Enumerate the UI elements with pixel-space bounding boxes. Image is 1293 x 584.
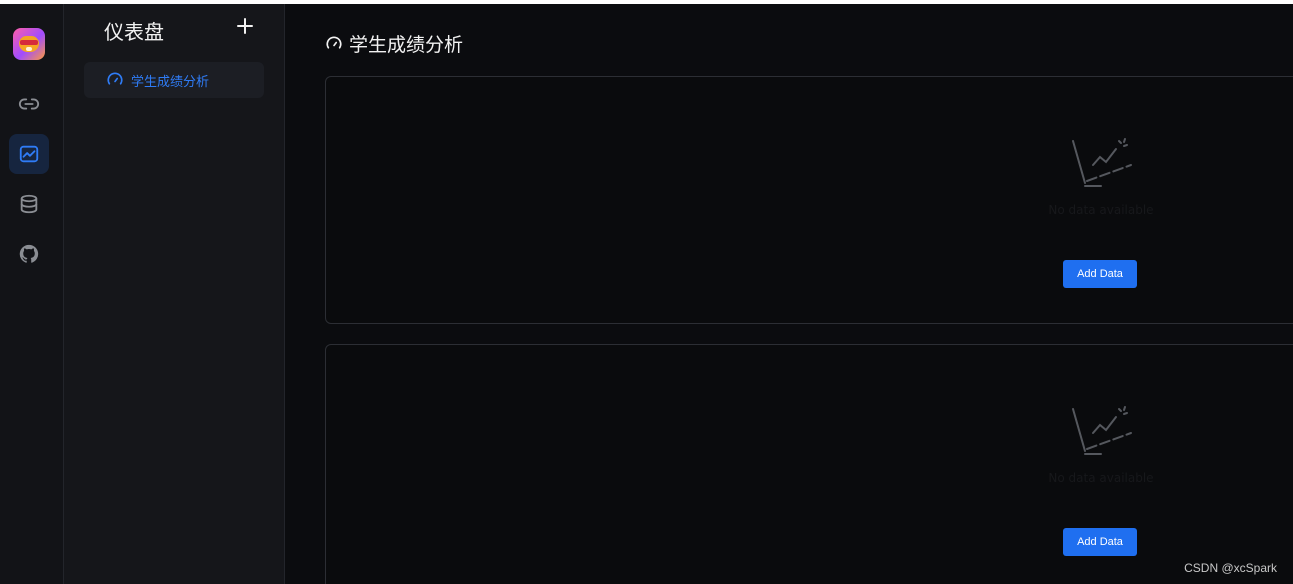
dashboard-sidebar: 仪表盘 学生成绩分析 (64, 4, 285, 584)
page-header: 学生成绩分析 (325, 30, 463, 57)
plus-icon (237, 18, 253, 34)
rail-github-button[interactable] (9, 234, 49, 274)
rail-database-button[interactable] (9, 184, 49, 224)
empty-chart-icon (1072, 138, 1132, 187)
empty-state (1063, 131, 1137, 191)
link-icon (18, 98, 40, 110)
chart-panel: No data available Add Data (325, 344, 1293, 584)
page-title: 学生成绩分析 (349, 34, 464, 56)
sidebar-item-student-score-analysis[interactable]: 学生成绩分析 (84, 62, 264, 98)
watermark-text: CSDN @xcSpark (1184, 561, 1277, 575)
app-window: 仪表盘 学生成绩分析 学生成绩分析 No data available Add … (0, 4, 1293, 584)
icon-rail (0, 4, 64, 584)
logo-nose (26, 47, 32, 51)
database-icon (20, 194, 38, 214)
sidebar-title: 仪表盘 (104, 20, 164, 44)
chart-panel: No data available Add Data (325, 76, 1293, 324)
gauge-icon (107, 72, 123, 85)
empty-state-text: No data available (1048, 203, 1154, 217)
empty-state (1063, 399, 1137, 459)
rail-dashboard-button[interactable] (9, 134, 49, 174)
empty-chart-icon (1072, 406, 1132, 455)
logo-glasses (20, 40, 38, 45)
dashboard-chart-icon (19, 145, 39, 163)
empty-state-text: No data available (1048, 471, 1154, 485)
sidebar-item-label: 学生成绩分析 (131, 74, 210, 90)
add-data-button[interactable]: Add Data (1063, 260, 1137, 288)
main-content: 学生成绩分析 No data available Add Data No dat… (285, 4, 1293, 584)
gauge-icon (326, 35, 342, 49)
app-logo[interactable] (13, 28, 45, 60)
add-dashboard-button[interactable] (234, 15, 256, 37)
rail-link-button[interactable] (9, 84, 49, 124)
github-icon (19, 244, 39, 263)
add-data-button[interactable]: Add Data (1063, 528, 1137, 556)
